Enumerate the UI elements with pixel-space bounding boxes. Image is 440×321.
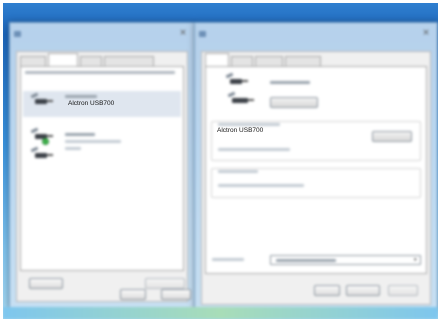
left-device-name: Alctron USB700 [68,100,115,107]
right-device-name: Alctron USB700 [217,127,264,134]
desktop: × × ▾ Alctron USB700 Alctron USB700 [3,3,438,319]
readable-text-layer: Alctron USB700 Alctron USB700 [3,3,438,319]
